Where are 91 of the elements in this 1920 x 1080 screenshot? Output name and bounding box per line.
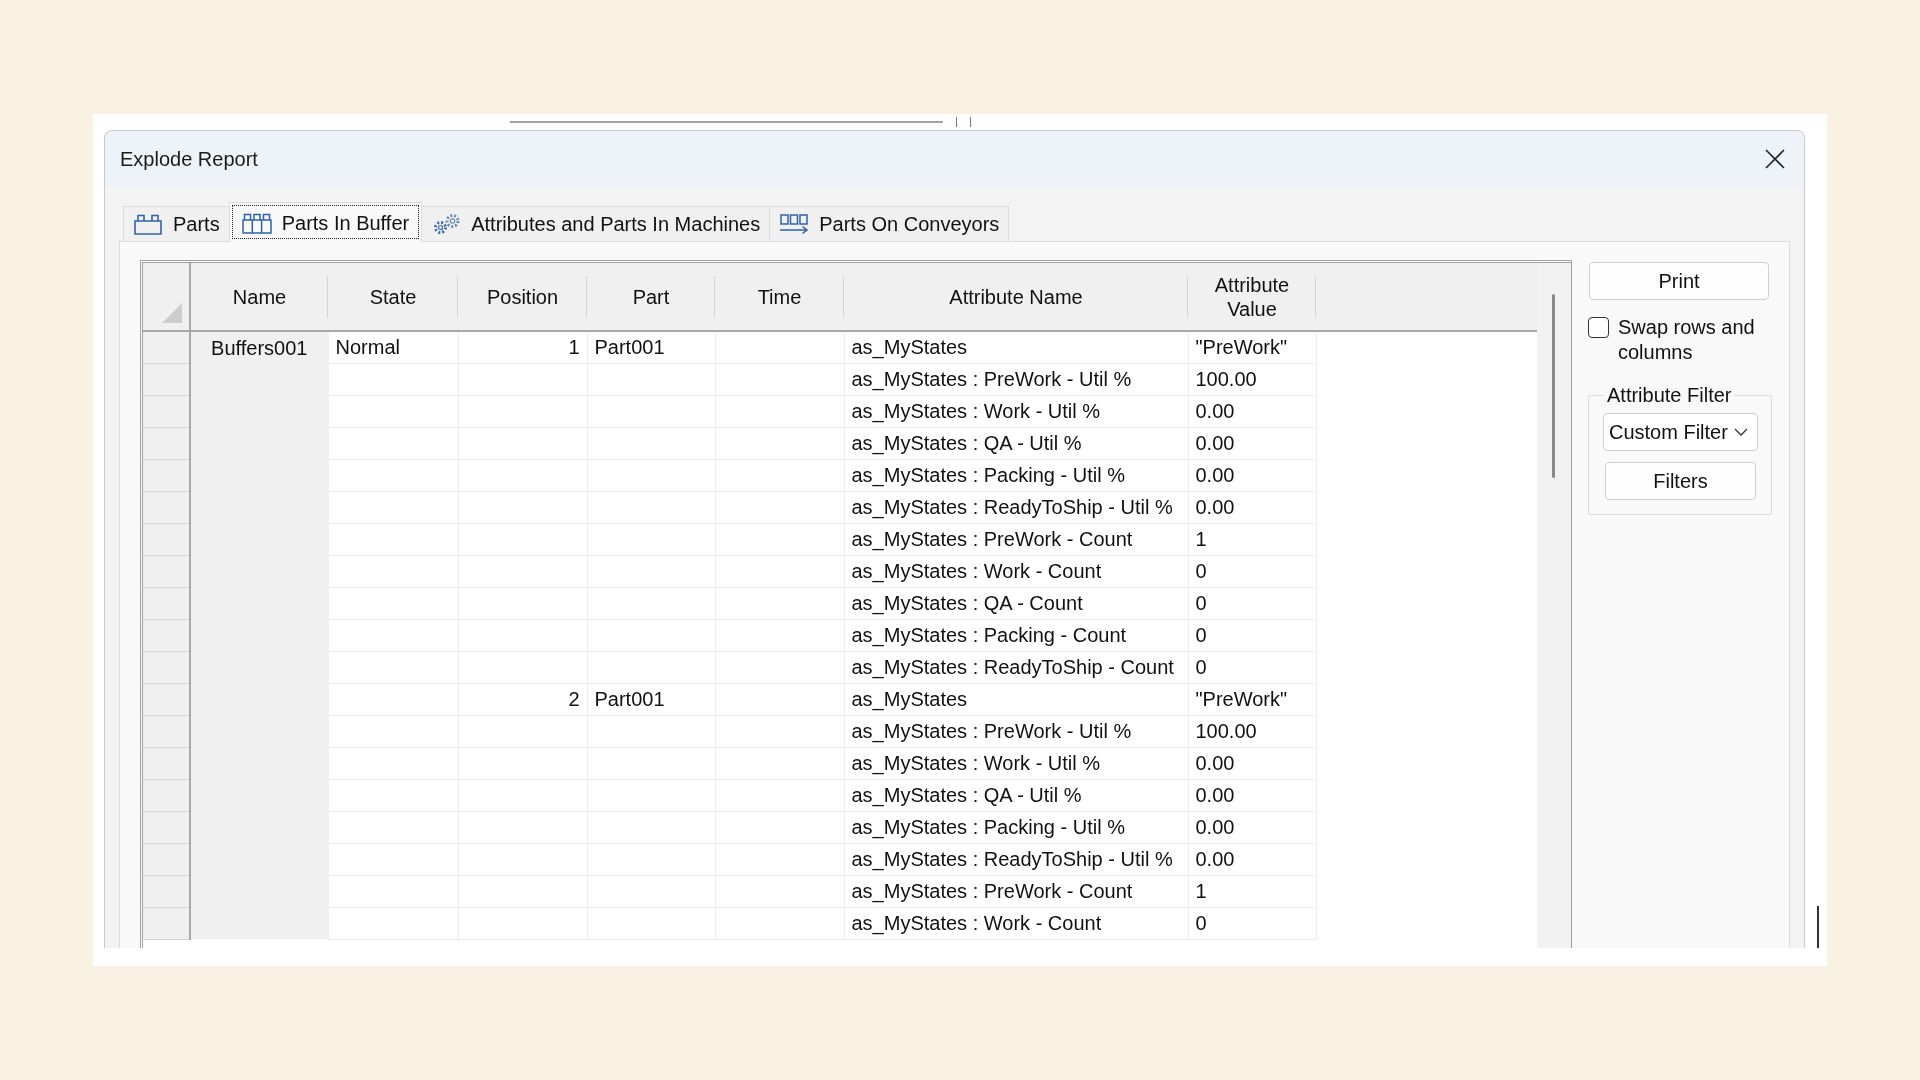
column-header[interactable]: Position [458, 263, 587, 331]
column-header[interactable]: State [328, 263, 458, 331]
table-cell: 0.00 [1188, 427, 1316, 459]
corner-header[interactable] [143, 263, 190, 331]
table-cell: 0.00 [1188, 395, 1316, 427]
table-cell: 1 [458, 331, 587, 363]
row-header[interactable] [143, 811, 190, 843]
table-cell: as_MyStates : Packing - Util % [844, 811, 1188, 843]
table-cell: Buffers001 [211, 337, 308, 359]
table-cell: Part001 [587, 683, 715, 715]
chevron-down-icon[interactable] [1734, 428, 1748, 436]
checkbox-label[interactable]: Swap rows and columns [1618, 315, 1772, 365]
conveyor-icon [779, 213, 810, 235]
row-header[interactable] [143, 395, 190, 427]
table-cell: 0.00 [1188, 491, 1316, 523]
table-cell: Part001 [587, 331, 715, 363]
table-cell: Normal [328, 331, 458, 363]
table-cell: 0.00 [1188, 747, 1316, 779]
row-header[interactable] [143, 747, 190, 779]
crate-icon [133, 213, 163, 235]
table-cell: 1 [1188, 875, 1316, 907]
table-cell: as_MyStates : QA - Count [844, 587, 1188, 619]
table-cell: as_MyStates [844, 683, 1188, 715]
table-cell: as_MyStates : ReadyToShip - Util % [844, 491, 1188, 523]
table-cell: as_MyStates [844, 331, 1188, 363]
row-header[interactable] [143, 619, 190, 651]
column-header[interactable]: Time [715, 263, 844, 331]
table-cell: as_MyStates : Work - Util % [844, 747, 1188, 779]
vertical-scrollbar[interactable] [1537, 263, 1571, 948]
window-title: Explode Report [120, 147, 258, 171]
row-header[interactable] [143, 587, 190, 619]
triangle-icon [162, 303, 182, 323]
table-cell: as_MyStates : ReadyToShip - Count [844, 651, 1188, 683]
row-header[interactable] [143, 523, 190, 555]
table-cell: as_MyStates : Packing - Util % [844, 459, 1188, 491]
row-header[interactable] [143, 427, 190, 459]
table-cell: as_MyStates : PreWork - Util % [844, 715, 1188, 747]
table-cell: 2 [458, 683, 587, 715]
filters-button[interactable]: Filters [1605, 462, 1756, 500]
column-header[interactable]: Attribute Value [1188, 263, 1316, 331]
group-label: Attribute Filter [1606, 383, 1733, 407]
table-cell: 0 [1188, 587, 1316, 619]
table-cell: "PreWork" [1188, 683, 1316, 715]
row-header[interactable] [143, 683, 190, 715]
tab[interactable]: Parts [123, 206, 230, 241]
row-header[interactable] [143, 843, 190, 875]
table-cell: as_MyStates : Work - Count [844, 555, 1188, 587]
table-cell: 0.00 [1188, 811, 1316, 843]
table-cell: 0 [1188, 619, 1316, 651]
print-button[interactable]: Print [1589, 262, 1769, 300]
table-cell: as_MyStates : PreWork - Util % [844, 363, 1188, 395]
table-cell: as_MyStates : QA - Util % [844, 427, 1188, 459]
table-cell: as_MyStates : Work - Count [844, 907, 1188, 939]
table-cell: 0.00 [1188, 843, 1316, 875]
table-cell: as_MyStates : PreWork - Count [844, 523, 1188, 555]
column-header[interactable]: Attribute Name [844, 263, 1188, 331]
table-cell: 0.00 [1188, 779, 1316, 811]
table-cell: 100.00 [1188, 715, 1316, 747]
checkbox[interactable] [1588, 317, 1609, 338]
row-header[interactable] [143, 555, 190, 587]
table-cell: 0 [1188, 651, 1316, 683]
close-button[interactable] [1765, 149, 1785, 169]
table-cell: 0.00 [1188, 459, 1316, 491]
row-header[interactable] [143, 875, 190, 907]
table-cell: as_MyStates : PreWork - Count [844, 875, 1188, 907]
row-header[interactable] [143, 715, 190, 747]
scrollbar-thumb[interactable] [1552, 294, 1555, 478]
table-cell: 0 [1188, 907, 1316, 939]
row-header[interactable] [143, 491, 190, 523]
tab[interactable]: Parts On Conveyors [769, 206, 1010, 241]
table-cell: as_MyStates : ReadyToShip - Util % [844, 843, 1188, 875]
table-cell: as_MyStates : Work - Util % [844, 395, 1188, 427]
crates-icon [241, 211, 272, 234]
row-header[interactable] [143, 907, 190, 939]
gears-icon [431, 213, 462, 235]
tab[interactable]: Parts In Buffer [228, 202, 423, 242]
table-cell: as_MyStates : Packing - Count [844, 619, 1188, 651]
table-cell: "PreWork" [1188, 331, 1316, 363]
column-header[interactable]: Part [587, 263, 715, 331]
table-cell: 0 [1188, 555, 1316, 587]
filter-dropdown[interactable]: Custom Filter [1603, 413, 1758, 451]
row-header[interactable] [143, 331, 190, 363]
row-header[interactable] [143, 459, 190, 491]
table-cell: 100.00 [1188, 363, 1316, 395]
table-cell: as_MyStates : QA - Util % [844, 779, 1188, 811]
row-header[interactable] [143, 779, 190, 811]
column-header[interactable]: Name [190, 263, 328, 331]
table-cell: 1 [1188, 523, 1316, 555]
row-header[interactable] [143, 363, 190, 395]
text-cursor [1817, 906, 1819, 948]
row-header[interactable] [143, 651, 190, 683]
